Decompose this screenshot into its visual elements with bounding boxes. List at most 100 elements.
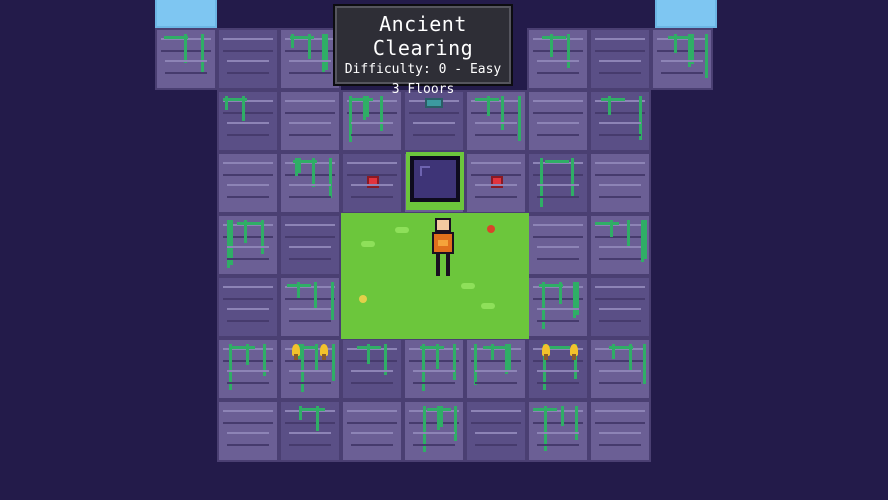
vine [263, 344, 266, 376]
vine [420, 346, 444, 349]
red-gem [491, 176, 503, 188]
stone-wall-tile [279, 28, 341, 90]
vine [427, 408, 451, 411]
vine [595, 222, 619, 225]
vine [201, 34, 204, 74]
player-head [435, 218, 451, 232]
vine [423, 406, 426, 452]
vine [454, 406, 457, 441]
vine [453, 344, 456, 380]
vine [501, 96, 504, 130]
portal-block [410, 156, 460, 202]
vine [533, 408, 557, 411]
vine [384, 344, 387, 375]
stone-wall-tile [465, 338, 527, 400]
grass-tuft [361, 241, 375, 247]
stone-wall-tile [279, 152, 341, 214]
vine [329, 158, 332, 198]
vine [301, 344, 304, 392]
stone-wall-tile [589, 338, 651, 400]
vine [508, 344, 511, 371]
stone-wall-tile [279, 338, 341, 400]
stone-wall-tile [527, 214, 589, 276]
torch-icon [292, 344, 300, 360]
vine [705, 34, 708, 78]
vine [349, 96, 352, 142]
vine [539, 284, 563, 287]
stone-wall-tile [527, 276, 589, 338]
stone-wall-tile [279, 400, 341, 462]
stone-wall-tile [527, 90, 589, 152]
vine [483, 346, 507, 349]
vine [561, 406, 564, 426]
grass-tuft [461, 283, 475, 289]
vine [542, 282, 545, 329]
stone-wall-tile [465, 152, 527, 214]
player-leg [436, 254, 440, 276]
stone-wall-tile [527, 152, 589, 214]
exit-stairs-block[interactable] [406, 152, 464, 210]
stone-wall-tile [341, 400, 403, 462]
grass-tuft [395, 227, 409, 233]
stone-wall-tile [527, 400, 589, 462]
stone-wall-tile [589, 276, 651, 338]
torch-icon [320, 344, 328, 360]
vine [518, 96, 521, 141]
vine [545, 160, 569, 163]
vine [567, 34, 570, 68]
player-character [430, 218, 456, 278]
vine [290, 36, 314, 39]
stone-wall-tile [217, 28, 279, 90]
red-gem [367, 176, 379, 188]
sky-tile [155, 0, 217, 28]
stone-wall-tile [589, 214, 651, 276]
vine [301, 408, 325, 411]
grass-tuft [481, 303, 495, 309]
stone-wall-tile [651, 28, 713, 90]
vine [644, 220, 647, 259]
vine [601, 98, 625, 101]
vine [331, 282, 334, 320]
vine [668, 36, 692, 39]
vine [231, 346, 255, 349]
stone-wall-tile [403, 400, 465, 462]
vine [357, 346, 381, 349]
vine [287, 284, 311, 287]
floors-label: 3 Floors [391, 82, 455, 97]
sky-tile [655, 0, 717, 28]
player-body [432, 232, 454, 254]
stone-wall-tile [279, 90, 341, 152]
vine [575, 406, 578, 440]
torch-icon [542, 344, 550, 360]
vine [542, 36, 566, 39]
stone-wall-tile [155, 28, 217, 90]
vine [332, 344, 335, 381]
vine [639, 96, 642, 140]
stone-wall-tile [341, 338, 403, 400]
stone-wall-tile [217, 338, 279, 400]
stone-wall-tile [217, 276, 279, 338]
yellow-flower [359, 295, 367, 303]
vine [230, 220, 233, 265]
stone-wall-tile [279, 276, 341, 338]
stone-wall-tile [589, 152, 651, 214]
stone-wall-tile [279, 214, 341, 276]
stone-wall-tile [589, 400, 651, 462]
vine [261, 220, 264, 254]
vine [627, 220, 630, 248]
stone-wall-tile [527, 28, 589, 90]
stone-wall-tile [589, 90, 651, 152]
stone-wall-tile [589, 28, 651, 90]
vine [314, 282, 317, 309]
stone-wall-tile [403, 338, 465, 400]
vine [571, 158, 574, 196]
vine [540, 158, 543, 207]
vine [380, 96, 383, 131]
stone-wall-tile [465, 400, 527, 462]
stone-wall-tile [217, 214, 279, 276]
stone-wall-tile [217, 400, 279, 462]
vine [544, 406, 547, 451]
vine [293, 160, 317, 163]
stone-wall-tile [527, 338, 589, 400]
vine [237, 222, 261, 225]
